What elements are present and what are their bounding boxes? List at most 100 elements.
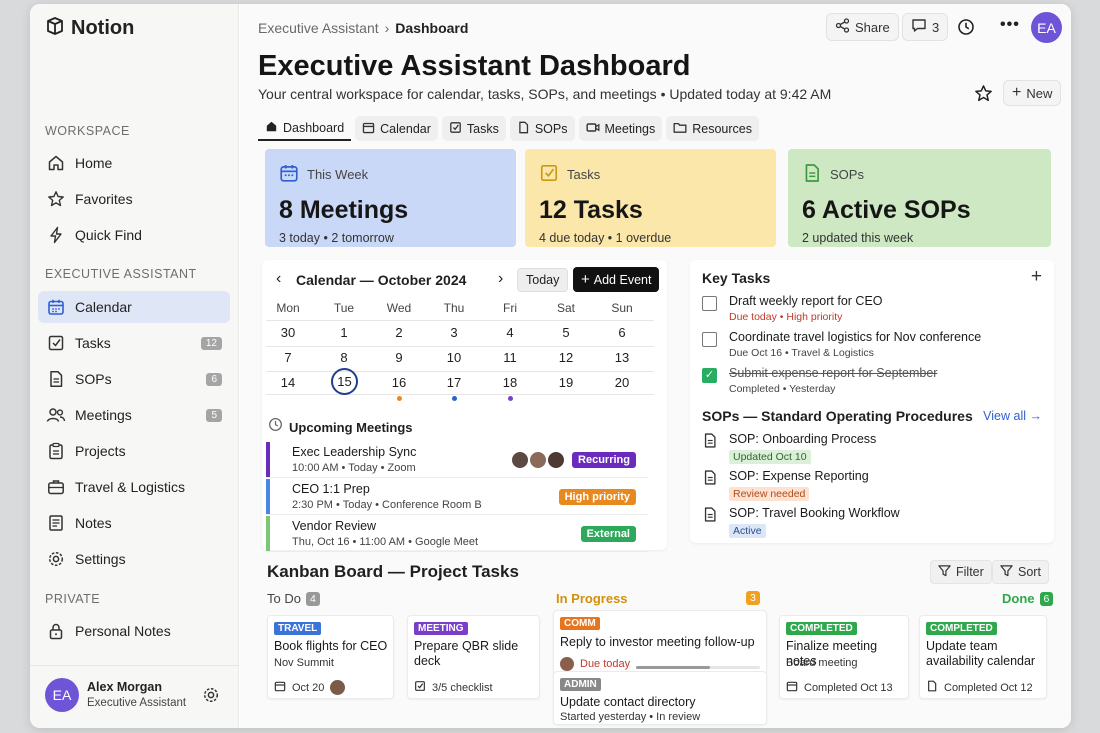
user-role: Executive Assistant bbox=[87, 697, 187, 709]
task-subtitle: Due today • High priority bbox=[729, 311, 843, 323]
tab-meetings[interactable]: Meetings bbox=[578, 116, 663, 141]
kanban-card[interactable]: COMPLETED Update team availability calen… bbox=[919, 615, 1047, 699]
calendar-day[interactable]: 11 bbox=[490, 350, 530, 365]
calendar-day[interactable]: 2 bbox=[379, 325, 419, 340]
calendar-day[interactable]: 12 bbox=[546, 350, 586, 365]
comment-icon bbox=[911, 18, 927, 36]
sidebar-item-tasks[interactable]: Tasks 12 bbox=[38, 327, 230, 359]
sop-title: SOP: Travel Booking Workflow bbox=[729, 506, 900, 520]
brand[interactable]: Notion bbox=[45, 16, 134, 41]
kanban-card[interactable]: COMPLETED Finalize meeting notes Board m… bbox=[779, 615, 909, 699]
meeting-row[interactable]: Exec Leadership Sync 10:00 AM • Today • Z… bbox=[266, 442, 648, 478]
calendar-day[interactable]: 10 bbox=[434, 350, 474, 365]
card-title: Reply to investor meeting follow-up bbox=[560, 635, 755, 649]
weekday-label: Tue bbox=[333, 301, 355, 315]
settings-gear-icon[interactable] bbox=[202, 686, 220, 709]
header-avatar[interactable]: EA bbox=[1031, 12, 1062, 43]
history-clock-icon[interactable] bbox=[957, 18, 975, 41]
kanban-column-in-progress: In Progress bbox=[556, 591, 628, 606]
calendar-day[interactable]: 9 bbox=[379, 350, 419, 365]
calendar-day-today[interactable]: 15 bbox=[331, 368, 358, 395]
sidebar: Notion WORKSPACE Home Favorites Quick Fi… bbox=[30, 4, 239, 728]
calendar-day[interactable]: 5 bbox=[546, 325, 586, 340]
sidebar-item-favorites[interactable]: Favorites bbox=[38, 183, 230, 215]
calendar-day[interactable]: 18 bbox=[490, 375, 530, 390]
sops-count-badge: 6 bbox=[206, 372, 222, 386]
calendar-day[interactable]: 1 bbox=[324, 325, 364, 340]
meeting-row[interactable]: Vendor Review Thu, Oct 16 • 11:00 AM • Go… bbox=[266, 516, 648, 552]
calendar-icon bbox=[46, 297, 66, 317]
calendar-day[interactable]: 30 bbox=[268, 325, 308, 340]
calendar-day[interactable]: 13 bbox=[602, 350, 642, 365]
home-icon bbox=[265, 120, 278, 136]
add-event-label: Add Event bbox=[593, 272, 652, 287]
breadcrumb: Executive Assistant › Dashboard bbox=[258, 20, 468, 36]
sidebar-item-travel-logistics[interactable]: Travel & Logistics bbox=[38, 471, 230, 503]
calendar-day[interactable]: 20 bbox=[602, 375, 642, 390]
filter-button[interactable]: Filter bbox=[930, 560, 992, 584]
stat-card-sops[interactable]: SOPs 6 Active SOPs 2 updated this week bbox=[788, 149, 1051, 247]
calendar-day[interactable]: 19 bbox=[546, 375, 586, 390]
app-window: Notion WORKSPACE Home Favorites Quick Fi… bbox=[30, 4, 1071, 728]
comments-button[interactable]: 3 bbox=[902, 13, 949, 41]
checked-checkbox-icon[interactable]: ✓ bbox=[702, 368, 717, 383]
breadcrumb-current[interactable]: Dashboard bbox=[395, 20, 468, 36]
kanban-card[interactable]: ADMIN Update contact directory Started y… bbox=[553, 671, 767, 725]
stat-card-meetings[interactable]: This Week 8 Meetings 3 today • 2 tomorro… bbox=[265, 149, 516, 247]
key-tasks-panel: Key Tasks + Draft weekly report for CEO D… bbox=[690, 260, 1054, 543]
stat-card-tasks[interactable]: Tasks 12 Tasks 4 due today • 1 overdue bbox=[525, 149, 776, 247]
sidebar-item-personal-notes[interactable]: Personal Notes bbox=[38, 615, 230, 647]
checkbox-icon[interactable] bbox=[702, 332, 717, 347]
calendar-day[interactable]: 4 bbox=[490, 325, 530, 340]
sort-button[interactable]: Sort bbox=[992, 560, 1049, 584]
sidebar-item-notes[interactable]: Notes bbox=[38, 507, 230, 539]
calendar-day[interactable]: 8 bbox=[324, 350, 364, 365]
calendar-day[interactable]: 16 bbox=[379, 375, 419, 390]
tab-calendar[interactable]: Calendar bbox=[355, 116, 438, 141]
sidebar-item-meetings[interactable]: Meetings 5 bbox=[38, 399, 230, 431]
tab-sops[interactable]: SOPs bbox=[509, 116, 575, 141]
add-event-button[interactable]: + Add Event bbox=[573, 267, 660, 292]
sidebar-item-quick-find[interactable]: Quick Find bbox=[38, 219, 230, 251]
kanban-card[interactable]: MEETING Prepare QBR slide deck 3/5 check… bbox=[407, 615, 540, 699]
assignee-avatar bbox=[330, 680, 346, 695]
tab-tasks[interactable]: Tasks bbox=[441, 116, 506, 141]
calendar-day[interactable]: 14 bbox=[268, 375, 308, 390]
card-title: Update team availability calendar bbox=[926, 639, 1036, 668]
new-button[interactable]: + New bbox=[1003, 80, 1062, 106]
tab-label: Resources bbox=[692, 121, 752, 136]
sidebar-item-settings[interactable]: Settings bbox=[38, 543, 230, 575]
more-options-icon[interactable]: ••• bbox=[1000, 16, 1020, 34]
notion-logo-icon bbox=[45, 16, 65, 41]
key-tasks-title: Key Tasks bbox=[702, 270, 771, 286]
sidebar-item-sops[interactable]: SOPs 6 bbox=[38, 363, 230, 395]
share-button[interactable]: Share bbox=[826, 13, 899, 41]
user-profile[interactable]: EA Alex Morgan Executive Assistant bbox=[30, 665, 239, 728]
sidebar-item-projects[interactable]: Projects bbox=[38, 435, 230, 467]
favorite-star-icon[interactable] bbox=[974, 84, 993, 108]
chevron-right-icon[interactable]: › bbox=[498, 270, 503, 288]
kanban-card[interactable]: TRAVEL Book flights for CEO Nov Summit O… bbox=[267, 615, 394, 699]
sidebar-item-home[interactable]: Home bbox=[38, 147, 230, 179]
calendar-day[interactable]: 17 bbox=[434, 375, 474, 390]
sidebar-item-calendar[interactable]: Calendar bbox=[38, 291, 230, 323]
tab-resources[interactable]: Resources bbox=[666, 116, 759, 141]
tasks-count-badge: 12 bbox=[200, 336, 222, 350]
calendar-day[interactable]: 3 bbox=[434, 325, 474, 340]
stat-value: 12 Tasks bbox=[539, 196, 643, 224]
page-title: Executive Assistant Dashboard bbox=[258, 50, 691, 82]
weekday-label: Sat bbox=[556, 301, 575, 315]
meeting-row[interactable]: CEO 1:1 Prep 2:30 PM • Today • Conference… bbox=[266, 479, 648, 515]
today-button[interactable]: Today bbox=[517, 268, 569, 292]
calendar-day[interactable]: 7 bbox=[268, 350, 308, 365]
tab-dashboard[interactable]: Dashboard bbox=[258, 116, 352, 141]
calendar-day[interactable]: 6 bbox=[602, 325, 642, 340]
chevron-left-icon[interactable]: ‹ bbox=[276, 270, 281, 288]
checkbox-icon bbox=[414, 680, 426, 695]
card-tag: TRAVEL bbox=[274, 622, 322, 635]
checkbox-icon[interactable] bbox=[702, 296, 717, 311]
add-task-plus-icon[interactable]: + bbox=[1031, 266, 1042, 288]
breadcrumb-parent[interactable]: Executive Assistant bbox=[258, 20, 379, 36]
kanban-card[interactable]: COMM Reply to investor meeting follow-up… bbox=[553, 610, 767, 675]
view-all-link[interactable]: View all → bbox=[983, 409, 1042, 423]
